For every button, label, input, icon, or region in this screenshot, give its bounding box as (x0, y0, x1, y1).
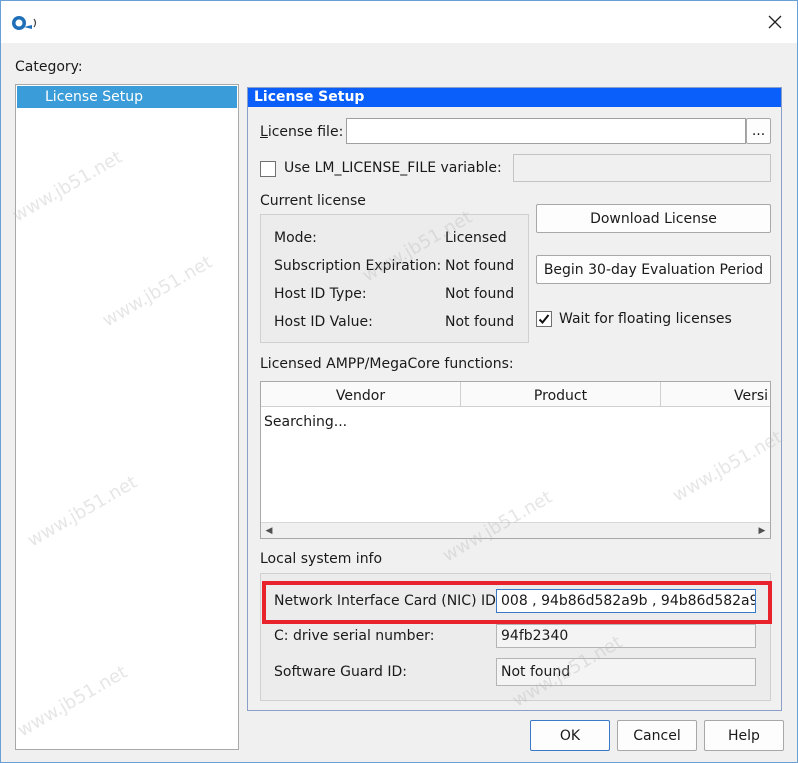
ok-button[interactable]: OK (530, 720, 610, 751)
column-header-vendor[interactable]: Vendor (261, 382, 461, 407)
subscription-expiration-label: Subscription Expiration: (274, 258, 442, 274)
host-id-value-label: Host ID Value: (274, 314, 373, 330)
wait-floating-checkbox[interactable] (536, 311, 552, 327)
browse-license-button[interactable]: ... (746, 118, 771, 144)
cancel-button[interactable]: Cancel (617, 720, 697, 751)
horizontal-scrollbar[interactable]: ◀ ▶ (261, 522, 770, 538)
local-system-info-title: Local system info (260, 551, 383, 567)
panel-header: License Setup (248, 88, 781, 107)
subscription-expiration-value: Not found (445, 258, 515, 274)
close-button[interactable] (763, 10, 787, 34)
download-license-button[interactable]: Download License (536, 204, 771, 233)
column-header-version[interactable]: Versi (661, 382, 770, 407)
functions-table[interactable]: Vendor Product Versi Searching... ◀ ▶ (260, 381, 771, 539)
scroll-left-icon[interactable]: ◀ (263, 525, 275, 537)
license-file-input[interactable] (346, 118, 746, 144)
software-guard-label: Software Guard ID: (274, 664, 407, 680)
license-file-label-rest: icense file: (267, 124, 344, 140)
current-license-title: Current license (260, 193, 366, 209)
category-label: Category: (15, 59, 83, 75)
title-bar (1, 1, 797, 43)
functions-title: Licensed AMPP/MegaCore functions: (260, 356, 514, 372)
drive-serial-field[interactable]: 94fb2340 (496, 624, 756, 648)
mode-value: Licensed (445, 230, 507, 246)
scroll-right-icon[interactable]: ▶ (756, 525, 768, 537)
category-item-license-setup[interactable]: License Setup (17, 86, 237, 108)
close-icon (768, 15, 782, 29)
use-lm-license-checkbox[interactable] (260, 161, 276, 177)
wait-floating-label: Wait for floating licenses (559, 311, 732, 327)
column-header-product[interactable]: Product (461, 382, 661, 407)
nic-highlight-box (262, 581, 772, 624)
mode-label: Mode: (274, 230, 317, 246)
license-file-mnemonic: L (260, 124, 268, 140)
host-id-value-value: Not found (445, 314, 515, 330)
host-id-type-value: Not found (445, 286, 515, 302)
use-lm-license-label: Use LM_LICENSE_FILE variable: (284, 160, 502, 176)
lm-license-input[interactable] (513, 154, 771, 182)
host-id-type-label: Host ID Type: (274, 286, 367, 302)
searching-status: Searching... (264, 414, 348, 430)
software-guard-field[interactable]: Not found (496, 658, 756, 686)
begin-evaluation-button[interactable]: Begin 30-day Evaluation Period (536, 255, 771, 284)
category-list[interactable]: License Setup (15, 84, 239, 750)
checkmark-icon (538, 314, 550, 324)
drive-serial-label: C: drive serial number: (274, 628, 435, 644)
license-file-label: License file: (260, 124, 343, 140)
dialog-window: Category: License Setup License Setup Li… (0, 0, 798, 763)
help-button[interactable]: Help (704, 720, 784, 751)
quartus-logo-icon (12, 16, 37, 30)
category-item-label: License Setup (45, 89, 143, 105)
